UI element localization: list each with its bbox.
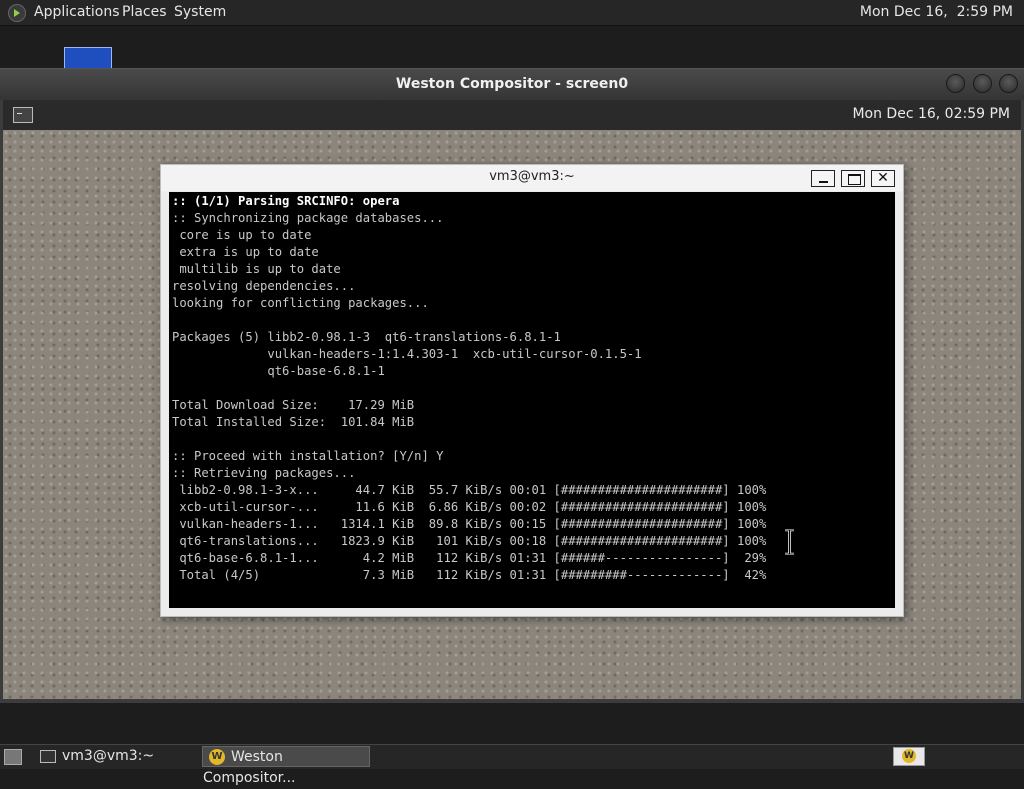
terminal-line: xcb-util-cursor-... 11.6 KiB 6.86 KiB/s … [172,500,767,514]
weston-titlebar[interactable]: Weston Compositor - screen0 [0,69,1024,100]
terminal-line: Packages (5) libb2-0.98.1-3 qt6-translat… [172,330,561,344]
terminal-text: :: (1/1) Parsing SRCINFO: opera :: Synch… [169,192,895,585]
terminal-line: qt6-base-6.8.1-1... 4.2 MiB 112 KiB/s 01… [172,551,767,565]
close-button[interactable] [999,74,1018,93]
terminal-line: core is up to date [172,228,312,242]
terminal-line: multilib is up to date [172,262,341,276]
terminal-close-button[interactable]: ✕ [871,170,895,187]
text-cursor-icon [785,529,794,555]
terminal-titlebar[interactable]: vm3@vm3:~ ✕ [161,165,903,191]
menu-applications[interactable]: Applications [34,4,120,20]
maximize-button[interactable] [973,74,992,93]
minimize-button[interactable] [946,74,965,93]
terminal-line: :: Retrieving packages... [172,466,356,480]
weston-clock: Mon Dec 16, 02:59 PM [852,106,1010,122]
terminal-line: qt6-translations... 1823.9 KiB 101 KiB/s… [172,534,767,548]
weston-icon: W [209,749,225,765]
terminal-line: looking for conflicting packages... [172,296,429,310]
taskbar-item-label: vm3@vm3:~ [62,748,155,764]
terminal-line: vulkan-headers-1:1.4.303-1 xcb-util-curs… [172,347,642,361]
terminal-header-line: :: (1/1) Parsing SRCINFO: opera [172,194,400,208]
terminal-line: :: Proceed with installation? [Y/n] Y [172,449,444,463]
menu-places[interactable]: Places [122,4,167,20]
top-panel: Applications Places System Mon Dec 16, 2… [0,0,1024,26]
terminal-maximize-button[interactable] [841,170,865,187]
terminal-icon [40,749,56,763]
terminal-minimize-button[interactable] [811,170,835,187]
terminal-line: resolving dependencies... [172,279,356,293]
gnome-foot-icon[interactable] [8,4,26,22]
terminal-launcher-icon[interactable] [13,107,33,123]
terminal-line: Total Installed Size: 101.84 MiB [172,415,415,429]
terminal-line: extra is up to date [172,245,319,259]
bottom-panel: vm3@vm3:~ W Weston Compositor... W [0,744,1024,786]
terminal-line: Total (4/5) 7.3 MiB 112 KiB/s 01:31 [###… [172,568,767,582]
tray-weston-icon[interactable]: W [893,747,925,766]
taskbar-item-terminal[interactable]: vm3@vm3:~ [34,746,198,767]
terminal-line: libb2-0.98.1-3-x... 44.7 KiB 55.7 KiB/s … [172,483,767,497]
terminal-line: Total Download Size: 17.29 MiB [172,398,415,412]
show-desktop-icon[interactable] [4,749,22,765]
terminal-line: vulkan-headers-1... 1314.1 KiB 89.8 KiB/… [172,517,767,531]
terminal-line: qt6-base-6.8.1-1 [172,364,385,378]
terminal-line: :: Synchronizing package databases... [172,211,444,225]
terminal-lines: :: Synchronizing package databases... co… [172,211,766,582]
taskbar-item-weston[interactable]: W Weston Compositor... [202,746,370,786]
weston-panel: Mon Dec 16, 02:59 PM [3,100,1021,130]
menu-system[interactable]: System [174,4,226,20]
terminal-title: vm3@vm3:~ [489,169,575,184]
weston-tray-glyph: W [902,749,916,763]
weston-window-title: Weston Compositor - screen0 [395,76,629,92]
panel-clock[interactable]: Mon Dec 16, 2:59 PM [860,4,1013,20]
